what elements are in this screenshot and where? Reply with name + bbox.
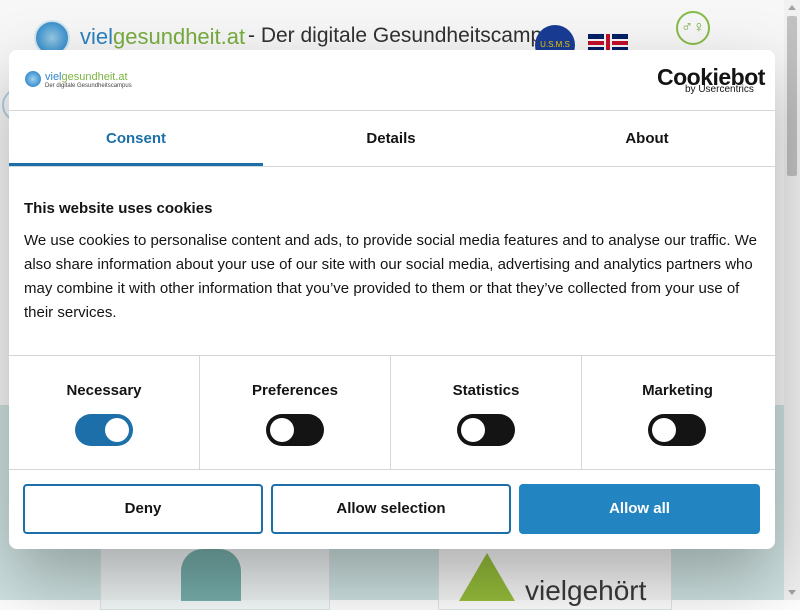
- toggle-label: Statistics: [452, 382, 520, 399]
- toggle-marketing: Marketing: [582, 356, 773, 469]
- scroll-up-icon[interactable]: [788, 5, 796, 10]
- allow-selection-button[interactable]: Allow selection: [271, 484, 511, 534]
- tab-consent[interactable]: Consent: [9, 111, 263, 166]
- dialog-header: vielgesundheit.at Der digitale Gesundhei…: [9, 50, 775, 111]
- switch-knob: [270, 418, 294, 442]
- toggle-statistics: Statistics: [391, 356, 582, 469]
- switch-knob: [105, 418, 129, 442]
- cookie-consent-dialog: vielgesundheit.at Der digitale Gesundhei…: [9, 50, 775, 549]
- dialog-tabs: Consent Details About: [9, 111, 775, 167]
- statistics-switch[interactable]: [457, 414, 515, 446]
- toggle-label: Necessary: [66, 382, 142, 399]
- toggle-necessary: Necessary: [9, 356, 200, 469]
- switch-knob: [652, 418, 676, 442]
- marketing-switch[interactable]: [648, 414, 706, 446]
- category-toggles: Necessary Preferences Statistics Marketi…: [9, 355, 775, 470]
- dialog-buttons: Deny Allow selection Allow all: [9, 468, 775, 549]
- tab-details[interactable]: Details: [263, 111, 519, 166]
- dialog-logo-icon: [25, 71, 41, 87]
- consent-content: This website uses cookies We use cookies…: [24, 200, 759, 325]
- consent-heading: This website uses cookies: [24, 200, 213, 217]
- switch-knob: [461, 418, 485, 442]
- deny-button[interactable]: Deny: [23, 484, 263, 534]
- scroll-down-icon[interactable]: [788, 590, 796, 595]
- toggle-preferences: Preferences: [200, 356, 391, 469]
- necessary-switch[interactable]: [75, 414, 133, 446]
- toggle-label: Marketing: [642, 382, 713, 399]
- consent-body: We use cookies to personalise content an…: [24, 232, 757, 321]
- scrollbar[interactable]: [784, 0, 800, 600]
- toggle-label: Preferences: [252, 382, 338, 399]
- dialog-logo-tagline: Der digitale Gesundheitscampus: [45, 83, 132, 89]
- preferences-switch[interactable]: [266, 414, 324, 446]
- dialog-logo-brand: vielgesundheit.at: [45, 71, 128, 83]
- scroll-thumb[interactable]: [787, 16, 797, 176]
- active-tab-indicator: [9, 163, 263, 166]
- tab-about[interactable]: About: [519, 111, 775, 166]
- cookiebot-byline: by Usercentrics: [685, 84, 754, 95]
- allow-all-button[interactable]: Allow all: [519, 484, 760, 534]
